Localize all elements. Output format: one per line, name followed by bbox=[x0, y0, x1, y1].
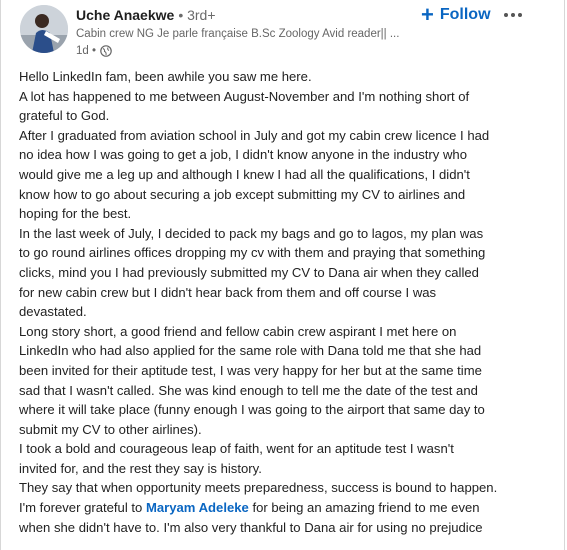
post-line: Long story short, a good friend and fell… bbox=[19, 323, 457, 339]
mention-prefix: I'm forever grateful to bbox=[19, 500, 146, 516]
post-meta: 1d • bbox=[76, 45, 112, 57]
post-line: I took a bold and courageous leap of fai… bbox=[19, 441, 454, 457]
post-card: Uche Anaekwe • 3rd+ Cabin crew NG Je parl… bbox=[0, 0, 565, 550]
post-line: After I graduated from aviation school i… bbox=[19, 127, 490, 143]
mention-link[interactable]: Maryam Adeleke bbox=[146, 500, 249, 515]
post-line: devastated. bbox=[19, 304, 87, 320]
post-line: hoping for the best. bbox=[19, 206, 132, 222]
globe-icon bbox=[100, 45, 112, 57]
post-header: Uche Anaekwe • 3rd+ Cabin crew NG Je parl… bbox=[1, 0, 566, 66]
ellipsis-icon bbox=[504, 13, 508, 17]
post-line: clicks, mind you I had previously submit… bbox=[19, 264, 479, 280]
author-name-row: Uche Anaekwe • 3rd+ bbox=[76, 7, 216, 23]
post-line: In the last week of July, I decided to p… bbox=[19, 225, 484, 241]
post-line: A lot has happened to me between August-… bbox=[19, 88, 470, 104]
plus-icon: + bbox=[421, 2, 434, 27]
mention-suffix: for being an amazing friend to me even bbox=[248, 500, 480, 516]
avatar-photo-icon bbox=[20, 5, 68, 53]
post-line-mention: I'm forever grateful to Maryam Adeleke f… bbox=[19, 498, 539, 518]
ellipsis-icon bbox=[518, 13, 522, 17]
avatar[interactable] bbox=[20, 5, 68, 53]
follow-label: Follow bbox=[439, 6, 491, 23]
post-line: submit my CV to other airlines). bbox=[19, 421, 202, 437]
more-options-button[interactable] bbox=[504, 9, 528, 21]
post-line: know how to go about securing a job exce… bbox=[19, 186, 466, 202]
post-time: 1d • bbox=[76, 45, 97, 57]
connection-degree: • 3rd+ bbox=[178, 7, 216, 23]
ellipsis-icon bbox=[511, 13, 515, 17]
post-line: to go round airlines offices dropping my… bbox=[19, 245, 486, 261]
follow-button[interactable]: + Follow bbox=[421, 2, 491, 27]
author-name[interactable]: Uche Anaekwe bbox=[76, 7, 174, 23]
post-line: where it will take place (funny enough I… bbox=[19, 402, 485, 418]
post-line: sad that I wasn't called. She was kind e… bbox=[19, 382, 478, 398]
post-body: Hello LinkedIn fam, been awhile you saw … bbox=[19, 67, 539, 537]
post-line: grateful to God. bbox=[19, 108, 110, 124]
post-line: would give me a leg up and although I kn… bbox=[19, 166, 470, 182]
post-line: invited for, and the rest they say is hi… bbox=[19, 460, 262, 476]
post-line: LinkedIn who had also applied for the sa… bbox=[19, 343, 482, 359]
author-headline: Cabin crew NG Je parle française B.Sc Zo… bbox=[76, 28, 400, 40]
post-line: no idea how I was going to get a job, I … bbox=[19, 147, 467, 163]
post-line: when she didn't have to. I'm also very t… bbox=[19, 519, 483, 535]
post-line: Hello LinkedIn fam, been awhile you saw … bbox=[19, 69, 312, 84]
post-line: They say that when opportunity meets pre… bbox=[19, 480, 498, 496]
post-line: for new cabin crew but I didn't hear bac… bbox=[19, 284, 437, 300]
post-line: been invited for their aptitude test, I … bbox=[19, 362, 482, 378]
